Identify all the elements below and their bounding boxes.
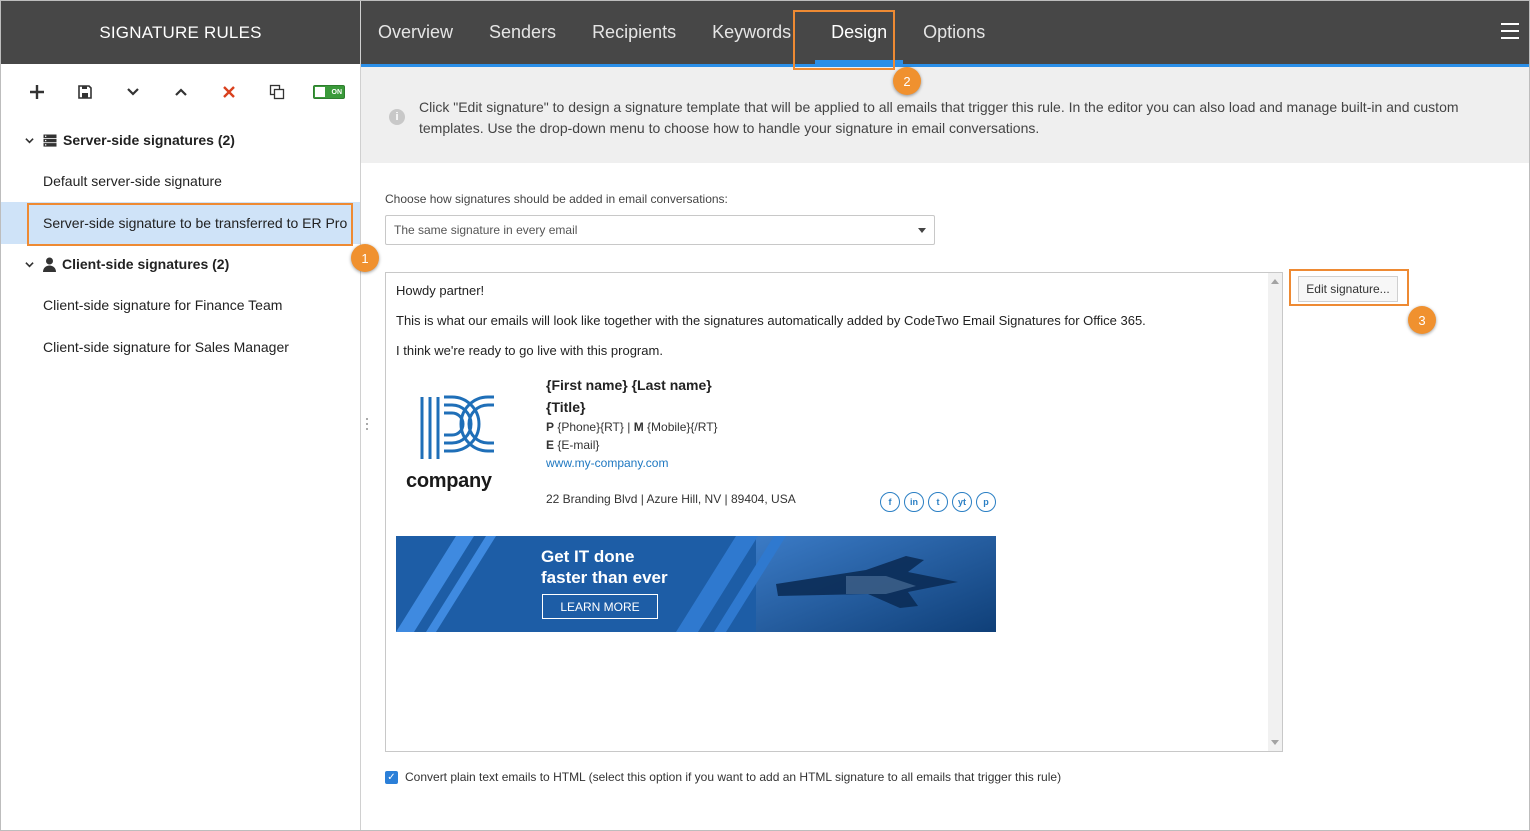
signature-email-line: E {E-mail} bbox=[546, 438, 599, 452]
signature-address: 22 Branding Blvd | Azure Hill, NV | 8940… bbox=[546, 492, 796, 506]
sidebar-toolbar: ON bbox=[1, 64, 360, 120]
preview-scrollbar[interactable] bbox=[1268, 273, 1282, 751]
email-value: {E-mail} bbox=[557, 438, 600, 452]
tab-bar: Overview Senders Recipients Keywords Des… bbox=[361, 1, 1529, 64]
preview-greeting: Howdy partner! bbox=[396, 283, 485, 298]
move-down-icon[interactable] bbox=[121, 80, 145, 104]
logo-text: company bbox=[406, 470, 492, 492]
tab-senders[interactable]: Senders bbox=[471, 1, 574, 64]
sidebar: SIGNATURE RULES ON Server-side signature… bbox=[1, 1, 379, 830]
chevron-down-icon[interactable] bbox=[25, 260, 35, 269]
signature-website-link[interactable]: www.my-company.com bbox=[546, 456, 668, 470]
conversation-label: Choose how signatures should be added in… bbox=[385, 192, 728, 206]
rule-toggle[interactable]: ON bbox=[313, 85, 345, 99]
duplicate-icon[interactable] bbox=[265, 80, 289, 104]
signature-title: {Title} bbox=[546, 399, 586, 415]
callout-highlight-box bbox=[27, 203, 353, 246]
user-icon bbox=[43, 257, 56, 272]
checkbox-checked-icon[interactable]: ✓ bbox=[385, 770, 398, 784]
signature-name: {First name} {Last name} bbox=[546, 377, 712, 393]
info-panel: i Click "Edit signature" to design a sig… bbox=[361, 67, 1529, 163]
chevron-down-icon[interactable] bbox=[25, 136, 35, 145]
promo-banner[interactable]: Get IT done faster than ever LEARN MORE bbox=[396, 536, 996, 632]
preview-body: I think we're ready to go live with this… bbox=[396, 343, 663, 358]
app-window: SIGNATURE RULES ON Server-side signature… bbox=[0, 0, 1530, 831]
social-icons: f in t yt p bbox=[880, 492, 1000, 512]
separator: | bbox=[627, 420, 631, 434]
server-icon bbox=[43, 134, 57, 147]
preview-body: This is what our emails will look like t… bbox=[396, 313, 1146, 328]
facebook-icon[interactable]: f bbox=[880, 492, 900, 512]
group-label: Client-side signatures (2) bbox=[62, 256, 230, 272]
toggle-label: ON bbox=[331, 88, 343, 96]
learn-more-button[interactable]: LEARN MORE bbox=[542, 594, 658, 619]
convert-label: Convert plain text emails to HTML (selec… bbox=[405, 770, 1062, 784]
linkedin-icon[interactable]: in bbox=[904, 492, 924, 512]
scroll-down-icon[interactable] bbox=[1271, 740, 1279, 745]
youtube-icon[interactable]: yt bbox=[952, 492, 972, 512]
callout-highlight-box bbox=[1289, 269, 1409, 306]
banner-line: faster than ever bbox=[541, 568, 668, 587]
group-label: Server-side signatures (2) bbox=[63, 132, 235, 148]
mobile-prefix: M bbox=[633, 420, 644, 434]
rule-item-label: Default server-side signature bbox=[43, 173, 222, 189]
tab-overview[interactable]: Overview bbox=[361, 1, 471, 64]
rule-item[interactable]: Default server-side signature bbox=[1, 160, 360, 202]
callout-badge-2: 2 bbox=[893, 67, 921, 95]
mobile-value: {Mobile}{/RT} bbox=[647, 420, 718, 434]
signature-phone-line: P {Phone}{RT} | M {Mobile}{/RT} bbox=[546, 420, 718, 434]
phone-value: {Phone}{RT} bbox=[557, 420, 624, 434]
rule-item[interactable]: Client-side signature for Finance Team bbox=[1, 284, 360, 326]
callout-badge-3: 3 bbox=[1408, 306, 1436, 334]
add-icon[interactable] bbox=[25, 80, 49, 104]
delete-icon[interactable] bbox=[217, 80, 241, 104]
email-prefix: E bbox=[546, 438, 555, 452]
main-panel: Overview Senders Recipients Keywords Des… bbox=[361, 1, 1529, 830]
phone-prefix: P bbox=[546, 420, 555, 434]
conversation-mode-select[interactable]: The same signature in every email bbox=[385, 215, 935, 245]
banner-title: Get IT done faster than ever bbox=[541, 546, 668, 588]
tab-keywords[interactable]: Keywords bbox=[694, 1, 809, 64]
banner-background bbox=[396, 536, 996, 632]
info-icon: i bbox=[389, 109, 405, 125]
panel-splitter-handle[interactable] bbox=[366, 418, 368, 434]
group-server-side[interactable]: Server-side signatures (2) bbox=[1, 120, 360, 160]
pinterest-icon[interactable]: p bbox=[976, 492, 996, 512]
scroll-up-icon[interactable] bbox=[1271, 279, 1279, 284]
info-text: Click "Edit signature" to design a signa… bbox=[419, 99, 1459, 136]
move-up-icon[interactable] bbox=[169, 80, 193, 104]
convert-option[interactable]: ✓ Convert plain text emails to HTML (sel… bbox=[385, 770, 1061, 784]
banner-line: Get IT done bbox=[541, 547, 635, 566]
signature-preview: Howdy partner! This is what our emails w… bbox=[385, 272, 1283, 752]
callout-highlight-box bbox=[793, 10, 895, 70]
twitter-icon[interactable]: t bbox=[928, 492, 948, 512]
save-icon[interactable] bbox=[73, 80, 97, 104]
rule-item-label: Client-side signature for Sales Manager bbox=[43, 339, 289, 355]
hamburger-menu-icon[interactable] bbox=[1501, 23, 1519, 39]
group-client-side[interactable]: Client-side signatures (2) bbox=[1, 244, 360, 284]
rule-item-label: Client-side signature for Finance Team bbox=[43, 297, 283, 313]
tab-options[interactable]: Options bbox=[909, 1, 1003, 64]
select-value: The same signature in every email bbox=[394, 223, 578, 237]
rule-item[interactable]: Client-side signature for Sales Manager bbox=[1, 326, 360, 368]
tab-recipients[interactable]: Recipients bbox=[574, 1, 694, 64]
caret-down-icon bbox=[918, 228, 926, 233]
sidebar-title: SIGNATURE RULES bbox=[1, 1, 360, 64]
